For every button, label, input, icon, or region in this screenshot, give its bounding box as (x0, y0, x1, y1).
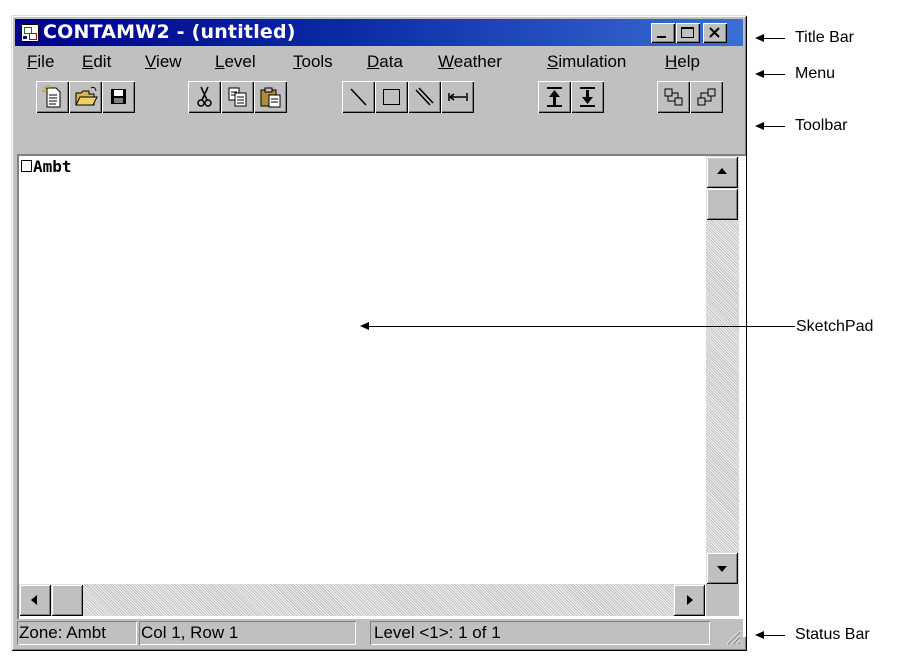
zone-square-icon (21, 160, 32, 172)
horizontal-scroll-thumb[interactable] (51, 584, 83, 616)
app-icon[interactable] (21, 24, 39, 42)
status-position: Col 1, Row 1 (139, 621, 356, 645)
open-button[interactable] (69, 81, 102, 113)
menu-simulation[interactable]: Simulation (547, 52, 626, 72)
level-up-button[interactable] (538, 81, 571, 113)
arrow-left-icon (31, 595, 37, 605)
level-down-button[interactable] (571, 81, 604, 113)
toolbar-label: Toolbar (795, 117, 848, 134)
title-bar-arrow-line (762, 38, 785, 39)
draw-rectangle-button[interactable] (375, 81, 408, 113)
arrow-up-icon (717, 168, 727, 174)
cut-scissors-icon (197, 86, 212, 107)
sketchpad-label: SketchPad (796, 318, 874, 335)
scrollbar-corner (706, 584, 739, 616)
draw-extend-line-icon (448, 93, 468, 101)
level-down-icon (580, 87, 595, 107)
vertical-scrollbar[interactable] (706, 156, 739, 584)
draw-double-line-icon (415, 87, 434, 106)
sketchpad-arrow-line (367, 326, 795, 327)
open-folder-icon (75, 86, 98, 106)
new-button[interactable] (36, 81, 69, 113)
title-bar-label: Title Bar (795, 29, 854, 46)
paste-icon (260, 87, 281, 108)
scroll-left-button[interactable] (19, 584, 51, 616)
close-button[interactable] (703, 23, 727, 43)
draw-extend-button[interactable] (441, 81, 474, 113)
contamw-window: CONTAMW2 - (untitled) File Edit View Lev… (11, 15, 747, 651)
draw-double-line-button[interactable] (408, 81, 441, 113)
minimize-icon (657, 36, 666, 38)
arrow-down-icon (717, 566, 727, 572)
save-disk-icon (111, 89, 126, 104)
title-bar[interactable]: CONTAMW2 - (untitled) (15, 19, 743, 46)
status-bar-arrow-line (762, 635, 785, 636)
scroll-right-button[interactable] (673, 584, 705, 616)
copy-icon (228, 87, 247, 107)
sketchpad[interactable]: Ambt (19, 156, 705, 584)
paste-button[interactable] (254, 81, 287, 113)
cut-button[interactable] (188, 81, 221, 113)
window-title: CONTAMW2 - (untitled) (43, 21, 296, 43)
menu-level[interactable]: Level (215, 52, 256, 72)
maximize-icon (681, 27, 694, 38)
shift-up-button[interactable] (657, 81, 690, 113)
arrow-right-icon (687, 595, 693, 605)
horizontal-scrollbar[interactable] (19, 584, 705, 616)
scroll-down-button[interactable] (706, 552, 738, 584)
status-bar: Zone: Ambt Col 1, Row 1 Level <1>: 1 of … (15, 619, 743, 647)
new-document-icon (42, 85, 61, 108)
draw-rectangle-icon (383, 89, 400, 105)
status-bar-label: Status Bar (795, 626, 870, 643)
save-button[interactable] (102, 81, 135, 113)
menu-data[interactable]: Data (367, 52, 403, 72)
status-zone: Zone: Ambt (17, 621, 137, 645)
menu-edit[interactable]: Edit (82, 52, 111, 72)
menu-weather[interactable]: Weather (438, 52, 502, 72)
menu-label: Menu (795, 65, 836, 82)
shift-down-button[interactable] (690, 81, 723, 113)
menu-bar: File Edit View Level Tools Data Weather … (15, 48, 743, 74)
resize-grip-icon[interactable] (723, 627, 741, 645)
draw-wall-line-icon (350, 88, 367, 106)
shift-down-icon (697, 88, 716, 106)
status-level: Level <1>: 1 of 1 (370, 621, 710, 645)
menu-tools[interactable]: Tools (293, 52, 333, 72)
client-area: Ambt (17, 154, 746, 637)
ambient-zone-label[interactable]: Ambt (21, 157, 72, 176)
menu-file[interactable]: File (27, 52, 54, 72)
toolbar-arrow-line (762, 126, 785, 127)
menu-help[interactable]: Help (665, 52, 700, 72)
level-up-icon (547, 87, 562, 107)
shift-up-icon (664, 88, 683, 106)
copy-button[interactable] (221, 81, 254, 113)
maximize-button[interactable] (676, 23, 700, 43)
scroll-up-button[interactable] (706, 156, 738, 188)
toolbar (15, 77, 743, 117)
menu-arrow-line (762, 74, 785, 75)
minimize-button[interactable] (651, 23, 675, 43)
close-icon (709, 27, 720, 38)
draw-wall-button[interactable] (342, 81, 375, 113)
menu-view[interactable]: View (145, 52, 182, 72)
vertical-scroll-thumb[interactable] (706, 188, 738, 220)
